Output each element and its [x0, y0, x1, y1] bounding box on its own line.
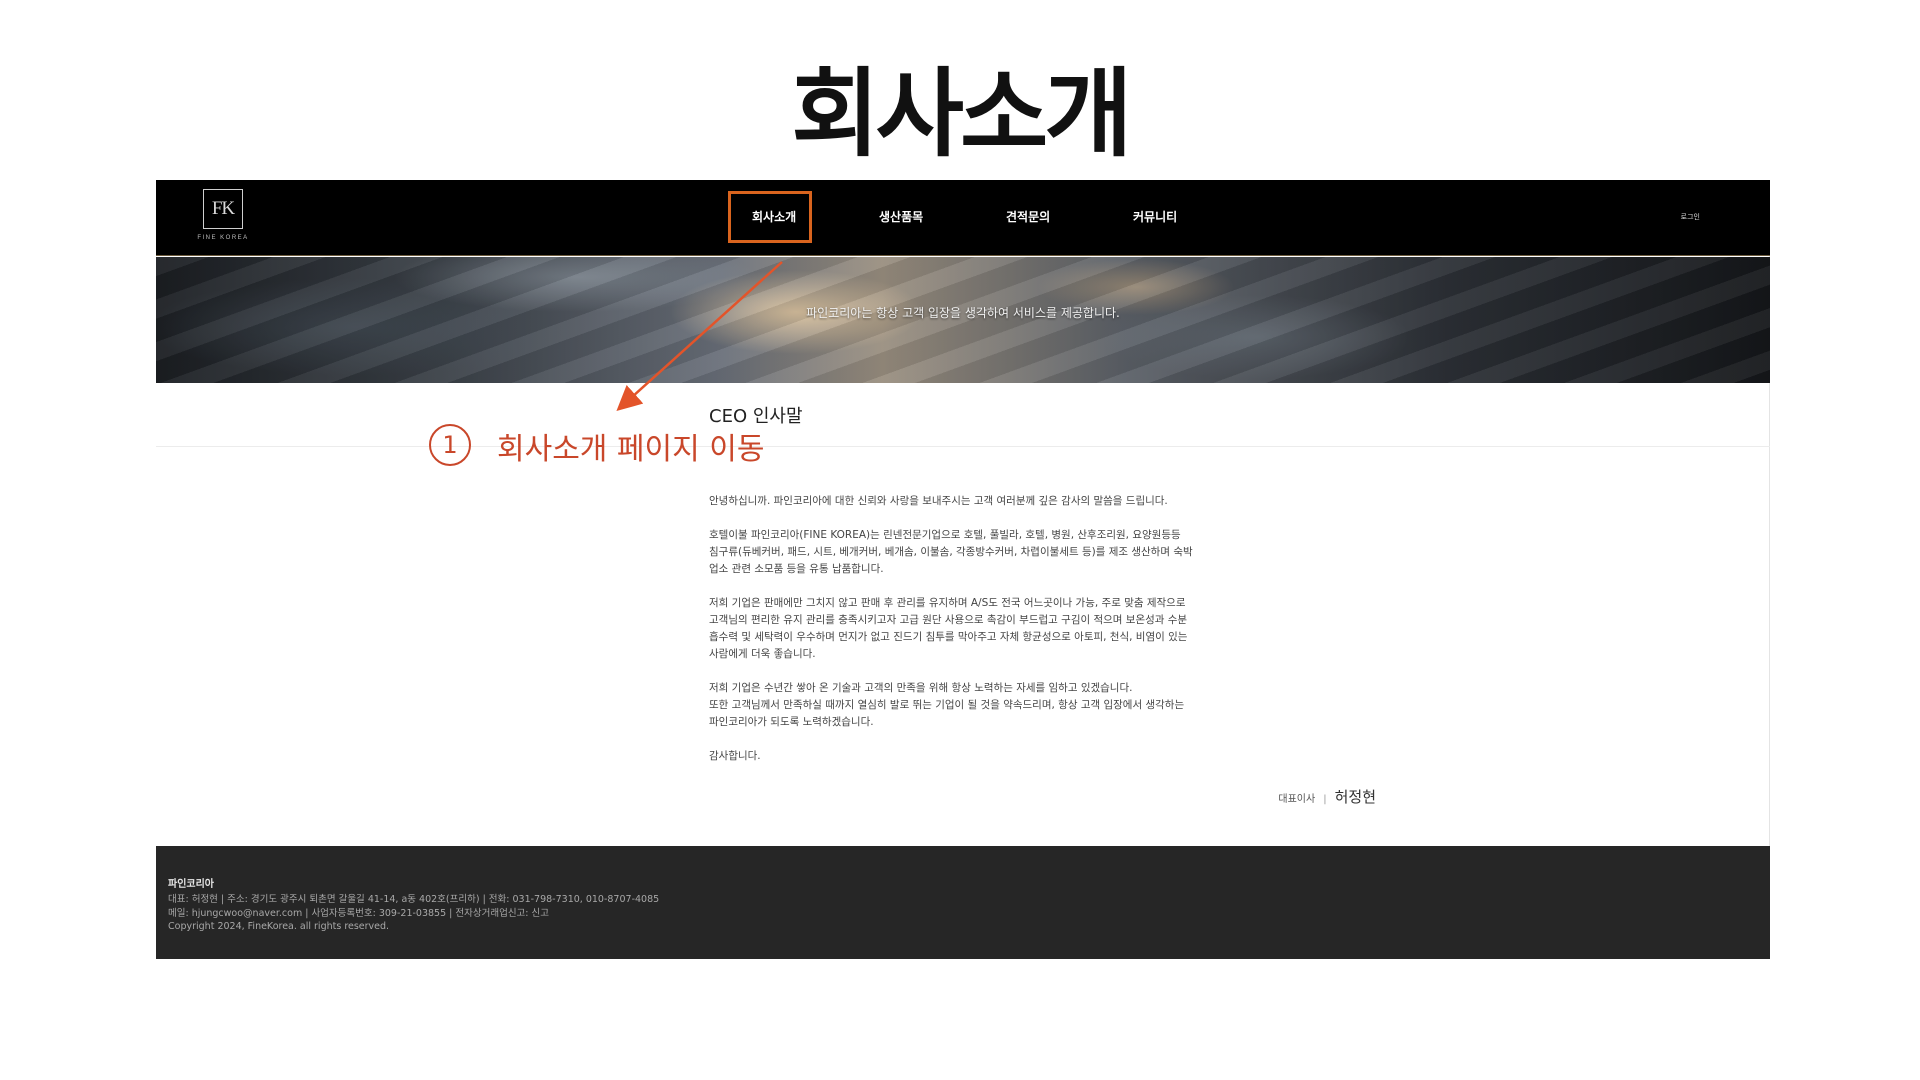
letter-line: 저희 기업은 판매에만 그치지 않고 판매 후 관리를 유지하며 A/S도 전국…	[709, 597, 1186, 609]
signature-role: 대표이사	[1278, 794, 1316, 805]
section-divider	[156, 446, 1770, 447]
letter-paragraph: 저희 기업은 수년간 쌓아 온 기술과 고객의 만족을 위해 항상 노력하는 자…	[709, 680, 1229, 731]
footer-copyright: Copyright 2024, FineKorea. all rights re…	[168, 921, 390, 932]
logo-text: FINE KOREA	[197, 235, 249, 241]
letter-line: 감사합니다.	[709, 750, 761, 762]
signature-separator: |	[1323, 794, 1327, 805]
login-link[interactable]: 로그인	[1681, 212, 1700, 222]
website-screenshot: FK FINE KOREA 회사소개 생산품목 견적문의 커뮤니티 로그인 파인…	[156, 180, 1770, 959]
site-logo[interactable]: FK FINE KOREA	[197, 189, 247, 249]
nav-item-community[interactable]: 커뮤니티	[1133, 208, 1177, 225]
site-footer: 파인코리아 대표: 허정현 | 주소: 경기도 광주시 퇴촌면 갈울길 41-1…	[156, 846, 1770, 959]
ceo-signature: 대표이사 | 허정현	[1116, 786, 1376, 807]
letter-paragraph: 안녕하십니까. 파인코리아에 대한 신뢰와 사랑을 보내주시는 고객 여러분께 …	[709, 493, 1229, 510]
footer-company-name: 파인코리아	[168, 879, 214, 890]
letter-paragraph: 감사합니다.	[709, 748, 1229, 765]
letter-line: 안녕하십니까. 파인코리아에 대한 신뢰와 사랑을 보내주시는 고객 여러분께 …	[709, 495, 1168, 507]
letter-line: 업소 관련 소모품 등을 유통 납품합니다.	[709, 563, 884, 575]
letter-paragraph: 호텔이불 파인코리아(FINE KOREA)는 린넨전문기업으로 호텔, 풀빌라…	[709, 527, 1229, 578]
footer-info-line: 메일: hjungcwoo@naver.com | 사업자등록번호: 309-2…	[168, 908, 550, 919]
nav-item-company[interactable]: 회사소개	[752, 208, 796, 225]
banner-text: 파인코리아는 항상 고객 입장을 생각하여 서비스를 제공합니다.	[806, 306, 1120, 320]
letter-line: 침구류(듀베커버, 패드, 시트, 베개커버, 베개솜, 이불솜, 각종방수커버…	[709, 546, 1193, 558]
hero-banner: 파인코리아는 항상 고객 입장을 생각하여 서비스를 제공합니다.	[156, 257, 1770, 383]
signature-name: 허정현	[1334, 788, 1376, 806]
footer-info-line: 대표: 허정현 | 주소: 경기도 광주시 퇴촌면 갈울길 41-14, a동 …	[168, 894, 660, 905]
annotation-label: 회사소개 페이지 이동	[497, 432, 765, 467]
slide-title: 회사소개	[791, 58, 1132, 170]
logo-box: FK	[203, 189, 243, 229]
letter-line: 사람에게 더욱 좋습니다.	[709, 648, 816, 660]
letter-line: 호텔이불 파인코리아(FINE KOREA)는 린넨전문기업으로 호텔, 풀빌라…	[709, 529, 1181, 541]
site-header: FK FINE KOREA 회사소개 생산품목 견적문의 커뮤니티 로그인	[156, 180, 1770, 256]
letter-line: 또한 고객님께서 만족하실 때까지 열심히 발로 뛰는 기업이 될 것을 약속드…	[709, 699, 1185, 711]
letter-line: 파인코리아가 되도록 노력하겠습니다.	[709, 716, 874, 728]
letter-paragraph: 저희 기업은 판매에만 그치지 않고 판매 후 관리를 유지하며 A/S도 전국…	[709, 595, 1229, 663]
letter-line: 흡수력 및 세탁력이 우수하며 먼지가 없고 진드기 침투를 막아주고 자체 항…	[709, 631, 1188, 643]
logo-mark: FK	[211, 198, 235, 219]
nav-item-quote[interactable]: 견적문의	[1006, 208, 1050, 225]
ceo-letter: 안녕하십니까. 파인코리아에 대한 신뢰와 사랑을 보내주시는 고객 여러분께 …	[709, 493, 1229, 782]
letter-line: 고객님의 편리한 유지 관리를 충족시키고자 고급 원단 사용으로 촉감이 부드…	[709, 614, 1188, 626]
annotation-step-number: 1	[429, 424, 471, 466]
nav-item-products[interactable]: 생산품목	[879, 208, 923, 225]
letter-line: 저희 기업은 수년간 쌓아 온 기술과 고객의 만족을 위해 항상 노력하는 자…	[709, 682, 1133, 694]
